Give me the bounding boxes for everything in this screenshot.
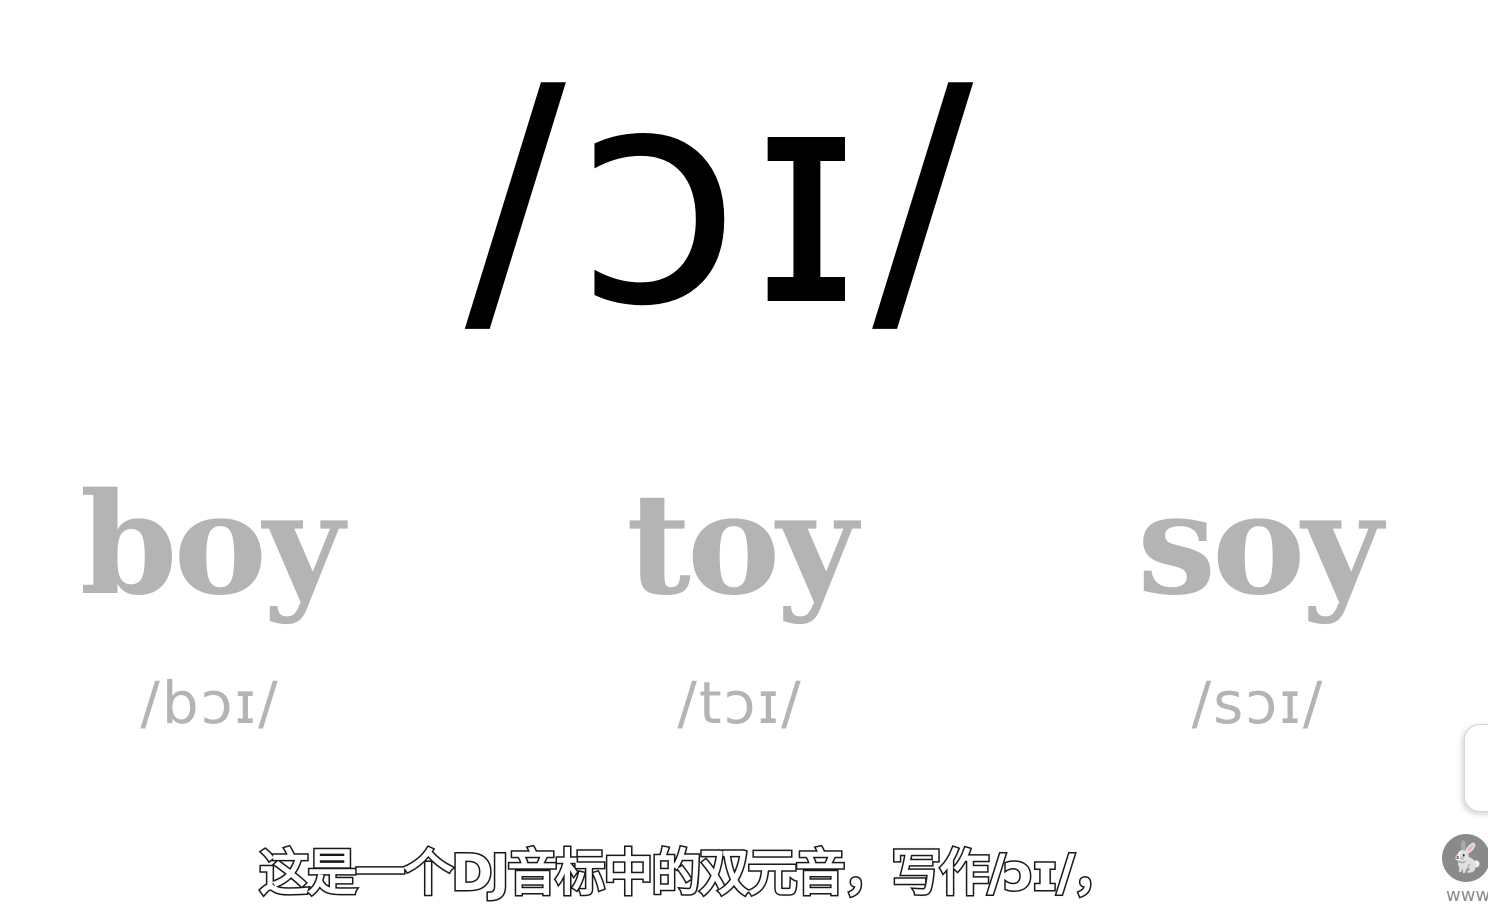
example-card-soy: soy /sɔɪ/ bbox=[1078, 460, 1438, 738]
main-phoneme-symbol: /ɔɪ/ bbox=[464, 23, 984, 372]
example-word: toy bbox=[626, 463, 857, 627]
rabbit-logo-icon: 🐇 bbox=[1442, 834, 1488, 882]
example-transcription: /sɔɪ/ bbox=[1191, 669, 1325, 737]
example-transcription: /tɔɪ/ bbox=[677, 669, 803, 737]
example-card-boy: boy /bɔɪ/ bbox=[30, 460, 390, 738]
subtitle-caption: 这是一个DJ音标中的双元音，写作/ɔɪ/， bbox=[258, 843, 1125, 904]
video-frame: /ɔɪ/ boy /bɔɪ/ toy /tɔɪ/ soy /sɔɪ/ 这是一个D… bbox=[0, 0, 1488, 920]
example-card-toy: toy /tɔɪ/ bbox=[560, 460, 920, 738]
example-transcription: /bɔɪ/ bbox=[140, 669, 280, 737]
watermark-text: www bbox=[1446, 885, 1488, 906]
example-word: boy bbox=[79, 463, 345, 627]
example-word: soy bbox=[1137, 463, 1383, 627]
side-overlay-panel[interactable] bbox=[1464, 724, 1488, 812]
